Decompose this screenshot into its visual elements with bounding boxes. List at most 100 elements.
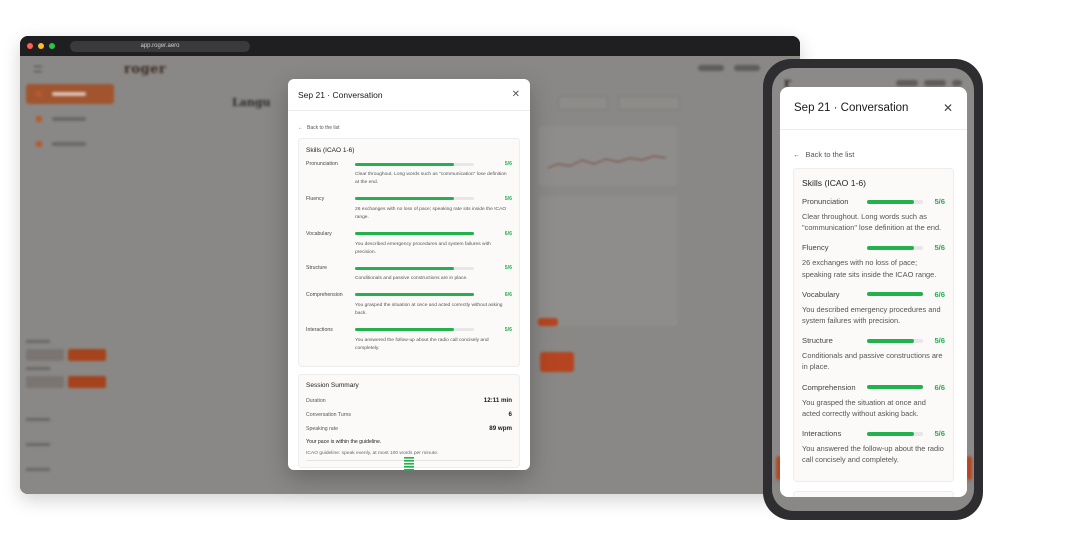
skill-progress-fill bbox=[867, 385, 923, 390]
skill-score: 5/6 bbox=[504, 326, 512, 333]
summary-stat-label: Conversation Turns bbox=[306, 411, 351, 418]
conversation-modal: Sep 21 · Conversation ✕ ← Back to the li… bbox=[288, 79, 530, 470]
skill-item-comprehension: Comprehension 6/6 You grasped the situatio… bbox=[802, 383, 945, 419]
nav-line bbox=[52, 92, 86, 96]
skill-name: Fluency bbox=[802, 243, 829, 253]
back-to-list-link[interactable]: ← Back to the list bbox=[298, 125, 520, 131]
skill-progress-fill bbox=[355, 328, 455, 332]
pace-note: Your pace is within the guideline. bbox=[306, 439, 382, 446]
skill-progress-bar bbox=[867, 431, 923, 436]
summary-stat-label: Duration bbox=[306, 397, 326, 404]
skill-progress-bar bbox=[355, 197, 474, 201]
skill-description: Clear throughout. Long words such as "co… bbox=[802, 212, 942, 233]
skill-description: You answered the follow-up about the rad… bbox=[355, 337, 489, 352]
skill-item-fluency: Fluency 5/6 26 exchanges with no loss of p… bbox=[306, 196, 512, 223]
skill-row: Pronunciation 5/6 bbox=[802, 197, 945, 206]
skill-name: Interactions bbox=[802, 429, 842, 439]
window-maximize-dot[interactable] bbox=[49, 43, 55, 49]
arrow-left-icon: ← bbox=[793, 150, 801, 159]
skill-item-fluency: Fluency 5/6 26 exchanges with no loss of p… bbox=[802, 243, 945, 279]
background-line bbox=[26, 418, 50, 421]
skill-row: Fluency 5/6 bbox=[306, 196, 512, 202]
loading-icon-svg bbox=[404, 457, 414, 471]
skill-description: 26 exchanges with no loss of pace; speak… bbox=[802, 258, 937, 279]
summary-stat-value: 6 bbox=[508, 411, 512, 419]
background-heading: Langu bbox=[232, 96, 271, 109]
skill-description: You answered the follow-up about the rad… bbox=[802, 444, 944, 465]
session-summary-card: Session Summary Duration 12:11 min Convers… bbox=[298, 374, 520, 469]
summary-stat-label: Speaking rate bbox=[306, 425, 339, 432]
phone-conversation-modal: Sep 21 · Conversation ✕ ← Back to the li… bbox=[780, 87, 967, 497]
skill-progress-fill bbox=[355, 197, 455, 201]
skill-row: Interactions 5/6 bbox=[802, 429, 945, 438]
background-list-card bbox=[538, 196, 678, 326]
skill-score: 5/6 bbox=[504, 265, 512, 272]
background-orange-button bbox=[540, 352, 574, 372]
skill-name: Comprehension bbox=[802, 382, 856, 392]
skill-name: Fluency bbox=[306, 195, 325, 202]
skill-progress-fill bbox=[867, 199, 914, 204]
arrow-left-icon: ← bbox=[298, 125, 303, 131]
window-minimize-dot[interactable] bbox=[38, 43, 44, 49]
address-bar[interactable]: app.roger.aero bbox=[70, 40, 250, 52]
skill-item-pronunciation: Pronunciation 5/6 Clear throughout. Long w… bbox=[306, 161, 512, 188]
skill-description: Conditionals and passive constructions a… bbox=[802, 351, 943, 372]
background-btn-row bbox=[26, 376, 114, 388]
background-nav-item bbox=[26, 84, 114, 104]
nav-line bbox=[52, 117, 86, 121]
skill-score: 5/6 bbox=[934, 197, 945, 206]
background-chart-card bbox=[538, 126, 678, 186]
skill-progress-bar bbox=[867, 199, 923, 204]
skill-score: 5/6 bbox=[504, 161, 512, 167]
background-pill bbox=[734, 65, 760, 71]
app-logo: roger bbox=[124, 62, 167, 77]
phone-back-label: Back to the list bbox=[805, 150, 855, 159]
skill-name: Pronunciation bbox=[802, 197, 849, 206]
phone-modal-body: ← Back to the list Skills (ICAO 1-6) Pro… bbox=[780, 150, 967, 497]
summary-title: Session Summary bbox=[306, 382, 359, 390]
skill-description: 26 exchanges with no loss of pace; speak… bbox=[355, 206, 507, 221]
skill-name: Vocabulary bbox=[306, 230, 332, 237]
modal-header: Sep 21 · Conversation ✕ bbox=[288, 79, 530, 111]
skill-name: Pronunciation bbox=[306, 161, 338, 167]
summary-stats: Duration 12:11 min Conversation Turns 6 Spea… bbox=[306, 397, 512, 432]
skill-item-pronunciation: Pronunciation 5/6 Clear throughout. Long w… bbox=[802, 197, 945, 233]
skill-row: Structure 5/6 bbox=[306, 265, 512, 271]
background-btn bbox=[26, 376, 64, 388]
phone-modal-title: Sep 21 · Conversation bbox=[794, 102, 909, 114]
nav-square-icon bbox=[36, 116, 42, 122]
background-btn bbox=[68, 376, 106, 388]
skill-name: Interactions bbox=[306, 326, 333, 333]
phone-skills-title: Skills (ICAO 1-6) bbox=[802, 178, 866, 188]
phone-pill bbox=[952, 80, 962, 86]
skill-progress-bar bbox=[867, 292, 923, 297]
skill-description: You grasped the situation at once and ac… bbox=[355, 302, 503, 317]
skill-score: 6/6 bbox=[934, 289, 945, 299]
skill-row: Comprehension 6/6 bbox=[802, 383, 945, 392]
nav-square-icon bbox=[36, 141, 42, 147]
summary-stat-value: 89 wpm bbox=[489, 425, 512, 433]
skill-row: Vocabulary 6/6 bbox=[802, 290, 945, 299]
window-close-dot[interactable] bbox=[27, 43, 33, 49]
phone-pill bbox=[896, 80, 918, 86]
close-icon[interactable]: ✕ bbox=[943, 101, 953, 115]
background-nav-item bbox=[26, 109, 114, 129]
skill-score: 6/6 bbox=[934, 382, 945, 392]
skill-score: 6/6 bbox=[504, 230, 512, 237]
background-line bbox=[26, 367, 50, 370]
background-nav-item bbox=[26, 134, 114, 154]
background-chart bbox=[547, 155, 667, 169]
skill-progress-fill bbox=[355, 162, 455, 166]
close-icon[interactable]: ✕ bbox=[512, 89, 520, 100]
phone-back-to-list-link[interactable]: ← Back to the list bbox=[793, 150, 954, 159]
skill-progress-fill bbox=[355, 232, 474, 236]
summary-stat-value: 12:11 min bbox=[483, 397, 512, 405]
skill-description: You described emergency procedures and s… bbox=[355, 241, 491, 256]
skill-progress-fill bbox=[355, 293, 474, 297]
skills-list: Pronunciation 5/6 Clear throughout. Long w… bbox=[306, 161, 512, 353]
nav-square-icon bbox=[36, 91, 42, 97]
browser-chrome: app.roger.aero bbox=[20, 36, 800, 56]
phone-skills-list: Pronunciation 5/6 Clear throughout. Long w… bbox=[802, 197, 945, 465]
skill-name: Vocabulary bbox=[802, 289, 840, 299]
skill-row: Interactions 5/6 bbox=[306, 327, 512, 333]
